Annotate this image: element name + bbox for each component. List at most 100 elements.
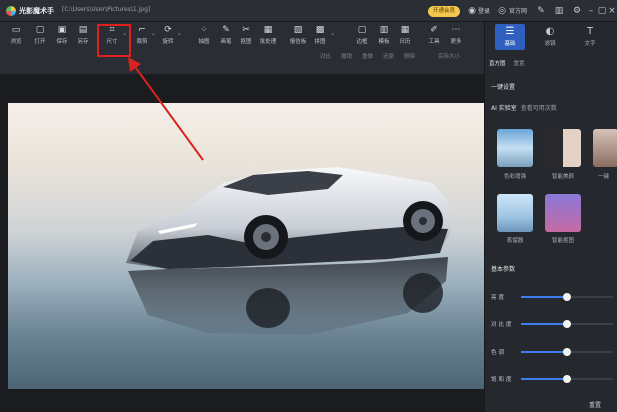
slider-label: 对比度 xyxy=(491,322,514,328)
extract-button[interactable]: ⁘ 抽图 xyxy=(192,25,216,49)
slider-fill xyxy=(521,351,567,353)
collage-button[interactable]: ▩ 拼图 xyxy=(308,25,332,49)
login-link[interactable]: 登录 xyxy=(478,6,490,15)
batch-icon: ▦ xyxy=(263,25,273,35)
adjust-icon: ☰ xyxy=(505,26,515,37)
slider-knob[interactable] xyxy=(563,375,571,383)
actual-size-button[interactable]: 实际大小 xyxy=(438,52,480,63)
restore-button[interactable]: 还原 xyxy=(383,52,394,64)
slider-fill xyxy=(521,323,567,325)
rotate-button[interactable]: ⟳ 旋转 xyxy=(156,25,180,49)
preset-smart-cutout[interactable] xyxy=(545,194,581,232)
tools-button[interactable]: ✐ 工具 xyxy=(422,25,446,49)
tab-basic[interactable]: ☰ 基础 xyxy=(495,24,525,50)
slider-track[interactable] xyxy=(521,320,613,328)
border-icon: ▢ xyxy=(357,25,367,35)
preset-label: 智能抠图 xyxy=(551,238,574,244)
calendar-icon: ▦ xyxy=(400,25,410,35)
panel-subtabs: 直方图 重置 xyxy=(489,59,525,67)
tool-label: 旋转 xyxy=(162,39,174,45)
calendar-button[interactable]: ▦ 日历 xyxy=(393,25,417,49)
ai-lab-title: AI 实验室 xyxy=(491,105,517,112)
collage-icon: ▩ xyxy=(315,25,325,35)
compare-button[interactable]: 对比 xyxy=(320,52,331,64)
slider-track[interactable] xyxy=(521,348,613,356)
right-panel: ☰ 基础 ◐ 滤镜 T 文字 直方图 重置 一键设置 AI 实验室 查看可用次数 … xyxy=(484,22,617,412)
tab-filter[interactable]: ◐ 滤镜 xyxy=(535,26,565,47)
slider-track[interactable] xyxy=(521,293,613,301)
histogram-tab[interactable]: 直方图 xyxy=(489,59,506,67)
brightness-slider[interactable]: 亮度 xyxy=(491,292,616,302)
website-link[interactable]: 官方网 xyxy=(509,6,527,15)
slider-fill xyxy=(521,378,567,380)
browse-button[interactable]: ▭ 浏览 xyxy=(4,25,28,49)
slider-knob[interactable] xyxy=(563,320,571,328)
globe-icon[interactable]: ◎ xyxy=(496,5,508,17)
cutout-icon: ✂ xyxy=(242,25,250,35)
rotate-dropdown-icon[interactable]: ⌄ xyxy=(177,30,182,37)
reset-tab[interactable]: 重置 xyxy=(514,59,525,67)
app-title: 光影魔术手 xyxy=(19,7,54,15)
main-toolbar: ▭ 浏览 ▢ 打开 ▣ 保存 ▤ 另存 ⌗ 尺寸 ⌄ ⌐ 裁剪 ⌄ ⟳ 旋转 ⌄… xyxy=(0,22,484,74)
preset-distill[interactable] xyxy=(497,194,533,232)
tool-label: 批处理 xyxy=(259,39,277,45)
save-as-button[interactable]: ▤ 另存 xyxy=(71,25,95,49)
board-icon: ▧ xyxy=(293,25,303,35)
border-button[interactable]: ▢ 边框 xyxy=(350,25,374,49)
saturation-slider[interactable]: 饱和度 xyxy=(491,374,616,384)
extract-icon: ⁘ xyxy=(200,25,208,35)
more-button[interactable]: ⋯ 更多 xyxy=(444,25,468,49)
tool-label: 拼图 xyxy=(314,39,326,45)
tools-icon: ✐ xyxy=(430,25,438,35)
slider-label: 亮度 xyxy=(491,295,507,301)
shirt-icon[interactable]: ▥ xyxy=(553,5,565,17)
ai-lab-row: AI 实验室 查看可用次数 xyxy=(491,103,557,112)
edit-subtools: 对比 撤销 重做 还原 删除 xyxy=(320,52,415,64)
preset-label: 色彩增强 xyxy=(503,174,526,180)
close-icon[interactable]: × xyxy=(606,5,617,17)
hue-slider[interactable]: 色调 xyxy=(491,347,616,357)
crop-button[interactable]: ⌐ 裁剪 xyxy=(130,25,154,49)
file-path: [C:\Users\User\Pictures\1.jpg] xyxy=(62,6,151,13)
resize-highlight-box xyxy=(97,24,131,57)
text-icon: T xyxy=(586,26,594,37)
feather-icon[interactable]: ✎ xyxy=(535,5,547,17)
tool-label: 抽图 xyxy=(198,39,210,45)
contrast-slider[interactable]: 对比度 xyxy=(491,319,616,329)
tab-text[interactable]: T 文字 xyxy=(575,26,605,47)
slider-knob[interactable] xyxy=(563,348,571,356)
photo-canvas xyxy=(8,103,484,389)
tab-label: 文字 xyxy=(584,41,596,47)
title-bar: 光影魔术手 [C:\Users\User\Pictures\1.jpg] 开通会… xyxy=(0,0,617,22)
preset-smart-beauty[interactable] xyxy=(545,129,581,167)
app-logo-icon xyxy=(6,6,16,16)
gear-icon[interactable]: ⚙ xyxy=(571,5,583,17)
vip-button[interactable]: 开通会员 xyxy=(428,6,461,17)
save-as-icon: ▤ xyxy=(78,25,88,35)
tool-label: 日历 xyxy=(399,39,411,45)
tool-label: 裁剪 xyxy=(136,39,148,45)
preset-one-click[interactable] xyxy=(593,129,617,167)
tool-label: 边框 xyxy=(356,39,368,45)
slider-track[interactable] xyxy=(521,375,613,383)
batch-button[interactable]: ▦ 批处理 xyxy=(256,25,280,49)
open-button[interactable]: ▢ 打开 xyxy=(28,25,52,49)
undo-button[interactable]: 撤销 xyxy=(341,52,352,64)
reset-button[interactable]: 重置 xyxy=(589,400,601,409)
user-icon[interactable]: ◉ xyxy=(466,5,478,17)
tool-label: 打开 xyxy=(34,39,46,45)
delete-button[interactable]: 删除 xyxy=(404,52,415,64)
tool-label: 另存 xyxy=(77,39,89,45)
ai-usage-link[interactable]: 查看可用次数 xyxy=(521,105,557,112)
tool-label: 浏览 xyxy=(10,39,22,45)
slider-knob[interactable] xyxy=(563,293,571,301)
filter-icon: ◐ xyxy=(545,26,555,37)
cutout-button[interactable]: ✂ 抠图 xyxy=(234,25,258,49)
canvas-area: 实际大小 xyxy=(0,54,484,412)
collage-dropdown-icon[interactable]: ⌄ xyxy=(330,30,335,37)
tool-label: 抠图 xyxy=(240,39,252,45)
preset-color-enhance[interactable] xyxy=(497,129,533,167)
board-button[interactable]: ▧ 报告板 xyxy=(286,25,310,49)
preset-label: 一键 xyxy=(597,174,609,180)
redo-button[interactable]: 重做 xyxy=(362,52,373,64)
